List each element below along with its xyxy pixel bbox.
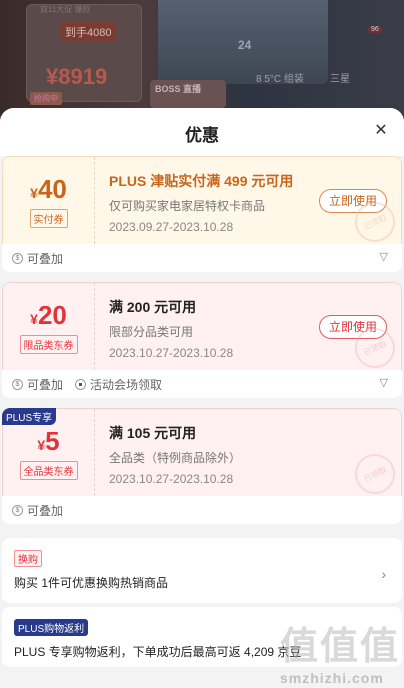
promo-badge: 到手4080 bbox=[60, 22, 117, 42]
promo-small-text: 双11大促 爆款 bbox=[40, 5, 91, 14]
coupon-value-area: ¥20 限品类东券 bbox=[3, 283, 95, 370]
watermark-logo: 值值值 bbox=[279, 626, 400, 668]
coupon-info: 满 200 元可用 限部分品类可用 2023.10.27-2023.10.28 … bbox=[95, 283, 402, 375]
car-number: 24 bbox=[238, 38, 252, 52]
promo-price: ¥8919 bbox=[46, 64, 108, 89]
chevron-down-icon[interactable]: ▽ bbox=[380, 376, 388, 389]
background-page: 双11大促 爆款 到手4080 ¥8919 抢购中 24 BOSS 直播 8 5… bbox=[0, 0, 404, 125]
exchange-offer[interactable]: 换购 购买 1件可优惠换购热销商品 › bbox=[2, 538, 402, 603]
coupon-title: PLUS 津贴实付满 499 元可用 bbox=[109, 173, 294, 189]
stackable-icon: $ bbox=[12, 378, 23, 390]
promo-cta: 抢购中 bbox=[30, 92, 62, 105]
coupon-amount-value: 40 bbox=[37, 173, 67, 204]
coupon-ticket: ¥40 实付券 PLUS 津贴实付满 499 元可用 仅可购买家电家居特权卡商品… bbox=[2, 156, 402, 249]
currency-symbol: ¥ bbox=[30, 184, 38, 201]
coupon-list: ¥40 实付券 PLUS 津贴实付满 499 元可用 仅可购买家电家居特权卡商品… bbox=[0, 156, 404, 667]
coupon-type-tag: 限品类东券 bbox=[19, 334, 78, 354]
coupon-amount: ¥40 bbox=[30, 174, 67, 205]
stackable-label: 可叠加 bbox=[27, 503, 64, 518]
coupon-title: 满 200 元可用 bbox=[109, 299, 197, 315]
coupon-type-tag: 全品类东券 bbox=[19, 460, 78, 480]
coupon-amount-value: 5 bbox=[45, 425, 60, 456]
plus-rebate-tag: PLUS购物返利 bbox=[14, 619, 89, 636]
discount-sheet: 优惠 ✕ ¥40 实付券 PLUS 津贴实付满 499 元可用 仅可购买家电家居… bbox=[0, 108, 404, 688]
coupon-info: PLUS 津贴实付满 499 元可用 仅可购买家电家居特权卡商品 2023.09… bbox=[95, 157, 402, 249]
plus-exclusive-badge: PLUS专享 bbox=[2, 408, 57, 425]
currency-symbol: ¥ bbox=[30, 310, 38, 327]
chevron-down-icon[interactable]: ▽ bbox=[380, 250, 388, 263]
coupon-amount: ¥20 bbox=[30, 300, 67, 331]
coupon-footer[interactable]: $ 可叠加 活动会场领取 ▽ bbox=[2, 370, 402, 398]
currency-symbol: ¥ bbox=[37, 436, 46, 453]
coupon-footer: $ 可叠加 bbox=[2, 496, 402, 524]
background-tab-1: 8 5°C 组装 bbox=[256, 74, 304, 85]
boss-live-banner: BOSS 直播 bbox=[150, 80, 226, 108]
exchange-text: 购买 1件可优惠换购热销商品 bbox=[14, 576, 169, 590]
chevron-right-icon[interactable]: › bbox=[381, 566, 386, 582]
coupon-card: ¥40 实付券 PLUS 津贴实付满 499 元可用 仅可购买家电家居特权卡商品… bbox=[2, 156, 402, 272]
coupon-info: 满 105 元可用 全品类（特例商品除外） 2023.10.27-2023.10… bbox=[95, 409, 402, 501]
venue-label: 活动会场领取 bbox=[90, 377, 163, 392]
stackable-label: 可叠加 bbox=[27, 377, 64, 392]
stackable-label: 可叠加 bbox=[27, 251, 64, 266]
coupon-footer[interactable]: $ 可叠加 ▽ bbox=[2, 244, 402, 272]
site-watermark: 值值值 smzhizhi.com bbox=[280, 615, 400, 686]
coupon-value-area: ¥40 实付券 bbox=[3, 157, 95, 244]
coupon-title: 满 105 元可用 bbox=[109, 425, 197, 441]
close-icon[interactable]: ✕ bbox=[372, 122, 390, 140]
background-badge: 96 bbox=[368, 26, 382, 33]
coupon-card: PLUS专享 ¥5 全品类东券 满 105 元可用 全品类（特例商品除外） 20… bbox=[2, 408, 402, 524]
sheet-header: 优惠 ✕ bbox=[0, 108, 404, 156]
watermark-site: smzhizhi.com bbox=[279, 670, 384, 686]
stackable-icon: $ bbox=[12, 252, 23, 264]
coupon-amount-value: 20 bbox=[37, 299, 67, 330]
coupon-card: ¥20 限品类东券 满 200 元可用 限部分品类可用 2023.10.27-2… bbox=[2, 282, 402, 398]
exchange-tag: 换购 bbox=[14, 550, 42, 567]
venue-icon bbox=[75, 378, 87, 390]
coupon-ticket: ¥20 限品类东券 满 200 元可用 限部分品类可用 2023.10.27-2… bbox=[2, 282, 402, 375]
coupon-type-tag: 实付券 bbox=[29, 208, 68, 228]
background-tab-2: 三星 bbox=[330, 74, 350, 85]
coupon-amount: ¥5 bbox=[37, 426, 59, 457]
stackable-icon: $ bbox=[12, 504, 23, 516]
sheet-title: 优惠 bbox=[185, 126, 219, 145]
coupon-ticket: ¥5 全品类东券 满 105 元可用 全品类（特例商品除外） 2023.10.2… bbox=[2, 408, 402, 501]
